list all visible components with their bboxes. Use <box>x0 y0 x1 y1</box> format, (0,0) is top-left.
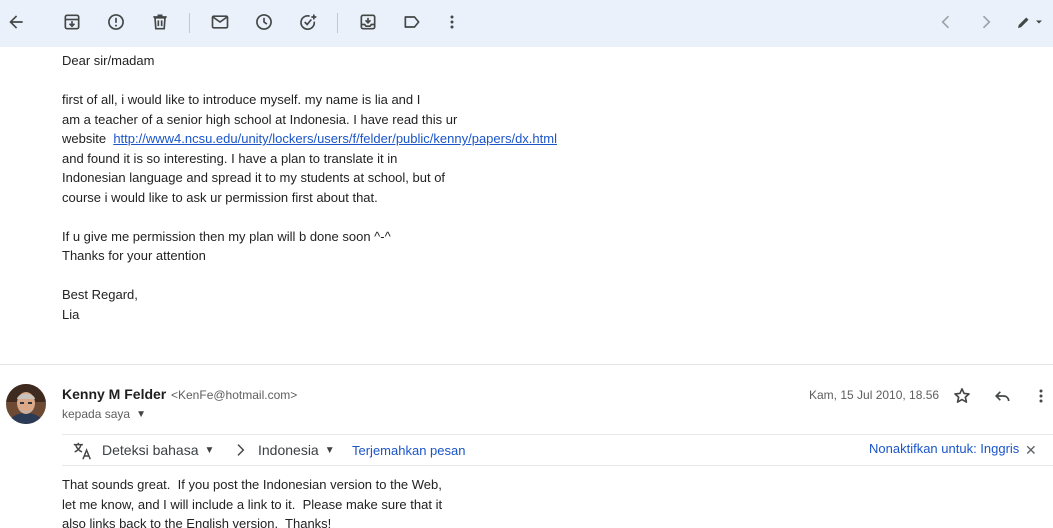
body-line: Thanks for your attention <box>62 248 206 263</box>
message-divider <box>0 364 1053 365</box>
sender-email: <KenFe@hotmail.com> <box>171 388 298 402</box>
source-language-select[interactable]: Deteksi bahasa ▼ <box>102 442 214 458</box>
message-body: That sounds great. If you post the Indon… <box>62 475 662 528</box>
back-arrow-icon <box>9 15 23 29</box>
delete-button[interactable] <box>144 6 176 38</box>
caret-down-icon: ▼ <box>136 408 146 420</box>
back-button[interactable] <box>0 6 32 38</box>
add-task-button[interactable] <box>292 6 324 38</box>
mark-unread-icon <box>211 15 229 29</box>
body-line: That sounds great. If you post the Indon… <box>62 477 442 492</box>
dropdown-arrow-icon: ▼ <box>324 444 335 456</box>
newer-button[interactable] <box>930 6 962 38</box>
target-language-select[interactable]: Indonesia ▼ <box>258 442 335 458</box>
add-task-icon <box>300 14 317 30</box>
body-line <box>62 71 662 91</box>
older-button[interactable] <box>970 6 1002 38</box>
body-line: If u give me permission then my plan wil… <box>62 228 391 244</box>
mark-unread-button[interactable] <box>204 6 236 38</box>
body-line: also links back to the English version. … <box>62 516 332 528</box>
message-date: Kam, 15 Jul 2010, 18.56 <box>809 388 940 402</box>
close-icon[interactable]: ✕ <box>1025 443 1037 457</box>
dropdown-arrow-icon: ▼ <box>204 444 215 456</box>
toolbar-divider <box>337 13 338 33</box>
archive-icon <box>64 14 80 30</box>
move-to-button[interactable] <box>352 6 384 38</box>
archive-button[interactable] <box>56 6 88 38</box>
star-button[interactable] <box>949 383 975 409</box>
body-line: Best Regard, <box>62 287 138 302</box>
translate-message-link[interactable]: Terjemahkan pesan <box>352 443 465 458</box>
body-line: let me know, and I will include a link t… <box>62 496 443 512</box>
toolbar <box>0 0 1053 47</box>
input-tools-button[interactable] <box>1010 6 1050 38</box>
sender-name[interactable]: Kenny M Felder <box>62 386 166 402</box>
translation-bar: Deteksi bahasa ▼ Indonesia ▼ Terjemahkan… <box>62 434 1053 466</box>
body-line: Indonesian language and spread it to my … <box>62 170 446 185</box>
reply-button[interactable] <box>989 383 1015 409</box>
recipient-details[interactable]: kepada saya ▼ <box>62 407 146 421</box>
dropdown-arrow-icon <box>1036 20 1042 24</box>
source-language-label: Deteksi bahasa <box>102 442 199 458</box>
more-options-button[interactable] <box>436 6 468 38</box>
newer-icon <box>941 15 950 29</box>
older-icon <box>982 15 991 29</box>
translate-icon <box>73 442 91 460</box>
body-line-with-link: website http://www4.ncsu.edu/unity/locke… <box>62 129 662 149</box>
more-options-button[interactable] <box>1029 383 1053 409</box>
more-vert-icon <box>1039 389 1043 403</box>
delete-icon <box>153 14 167 30</box>
turn-off-translation-link[interactable]: Nonaktifkan untuk: Inggris <box>869 441 1019 456</box>
body-line: course i would like to ask ur permission… <box>62 189 378 205</box>
move-to-icon <box>360 14 376 30</box>
report-spam-icon <box>108 14 124 30</box>
message-body: Dear sir/madam first of all, i would lik… <box>62 51 662 324</box>
body-line: Dear sir/madam <box>62 53 155 68</box>
body-line <box>62 207 662 227</box>
star-icon <box>954 388 970 403</box>
edit-icon <box>1018 17 1029 28</box>
label-icon <box>404 16 420 28</box>
body-line: website <box>62 131 114 146</box>
body-line: and found it is so interesting. I have a… <box>62 150 398 166</box>
body-line: first of all, i would like to introduce … <box>62 92 421 107</box>
target-language-label: Indonesia <box>258 442 319 458</box>
recipient-label: kepada saya <box>62 407 131 421</box>
snooze-button[interactable] <box>248 6 280 38</box>
website-link[interactable]: http://www4.ncsu.edu/unity/lockers/users… <box>113 131 557 146</box>
snooze-icon <box>256 14 272 30</box>
reply-icon <box>994 391 1010 402</box>
chevron-right-icon <box>237 444 245 456</box>
sender-photo-icon <box>6 384 46 424</box>
body-line: Lia <box>62 306 80 322</box>
more-vert-icon <box>450 15 454 29</box>
report-spam-button[interactable] <box>100 6 132 38</box>
label-button[interactable] <box>396 6 428 38</box>
body-line <box>62 266 662 286</box>
toolbar-divider <box>189 13 190 33</box>
avatar[interactable] <box>6 384 46 424</box>
body-line: am a teacher of a senior high school at … <box>62 111 458 127</box>
